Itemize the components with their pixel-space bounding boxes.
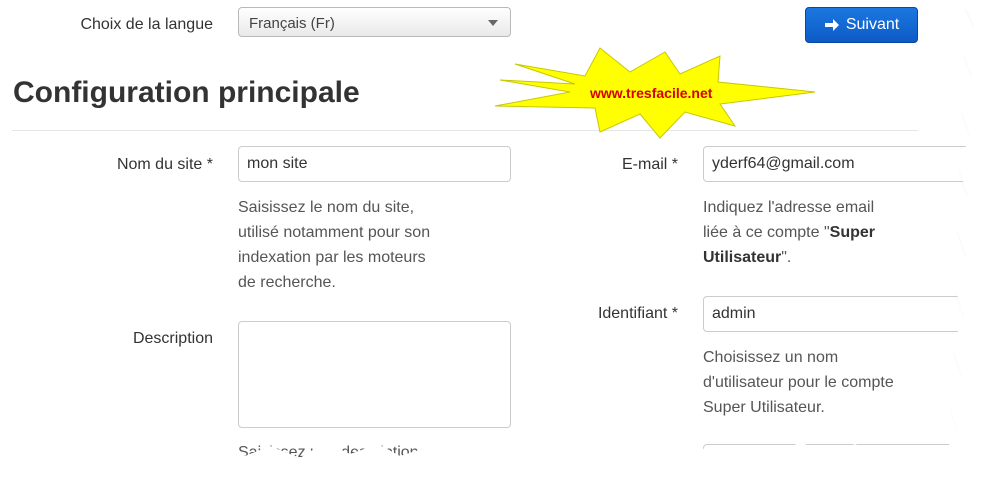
joomla-install-config-page: Choix de la langue Français (Fr) Suivant… bbox=[0, 0, 993, 487]
language-selected-value: Français (Fr) bbox=[249, 15, 335, 32]
site-name-help-line: Saisissez le nom du site, bbox=[238, 199, 415, 216]
username-input[interactable] bbox=[703, 296, 973, 332]
email-help-line: Indiquez l'adresse email bbox=[703, 199, 875, 216]
username-help: Choisissez un nom d'utilisateur pour le … bbox=[703, 345, 933, 420]
language-select[interactable]: Français (Fr) bbox=[238, 7, 511, 37]
description-textarea[interactable] bbox=[238, 321, 511, 428]
password-input[interactable] bbox=[703, 444, 973, 480]
email-help-line: Utilisateur". bbox=[703, 245, 933, 270]
username-label: Identifiant * bbox=[597, 305, 678, 322]
site-name-input[interactable] bbox=[238, 146, 511, 182]
email-help-line: liée à ce compte "Super bbox=[703, 220, 933, 245]
email-help-text: ". bbox=[781, 249, 792, 266]
site-name-help-line: de recherche. bbox=[238, 274, 336, 291]
next-button[interactable]: Suivant bbox=[805, 7, 918, 43]
email-input[interactable] bbox=[703, 146, 973, 182]
arrow-right-icon bbox=[824, 19, 839, 31]
description-help: Saisissez une description bbox=[238, 444, 419, 461]
site-name-label: Nom du site * bbox=[116, 156, 213, 173]
description-label: Description bbox=[132, 330, 213, 347]
username-help-line: Choisissez un nom bbox=[703, 349, 839, 366]
email-help-bold: Utilisateur bbox=[703, 249, 782, 266]
chevron-down-icon bbox=[488, 20, 498, 26]
site-name-help: Saisissez le nom du site, utilisé notamm… bbox=[238, 195, 478, 295]
site-name-help-line: utilisé notamment pour son bbox=[238, 224, 431, 241]
language-label: Choix de la langue bbox=[80, 16, 213, 33]
username-help-line: Super Utilisateur. bbox=[703, 399, 825, 416]
watermark-text: www.tresfacile.net bbox=[590, 85, 713, 101]
email-help-bold: Super bbox=[829, 224, 875, 241]
email-help-text: liée à ce compte " bbox=[703, 224, 830, 241]
next-button-label: Suivant bbox=[845, 16, 900, 33]
site-name-help-line: indexation par les moteurs bbox=[238, 249, 426, 266]
email-label: E-mail * bbox=[621, 156, 678, 173]
username-help-line: d'utilisateur pour le compte bbox=[703, 374, 894, 391]
email-help: Indiquez l'adresse email liée à ce compt… bbox=[703, 195, 933, 270]
page-title: Configuration principale bbox=[13, 76, 360, 109]
